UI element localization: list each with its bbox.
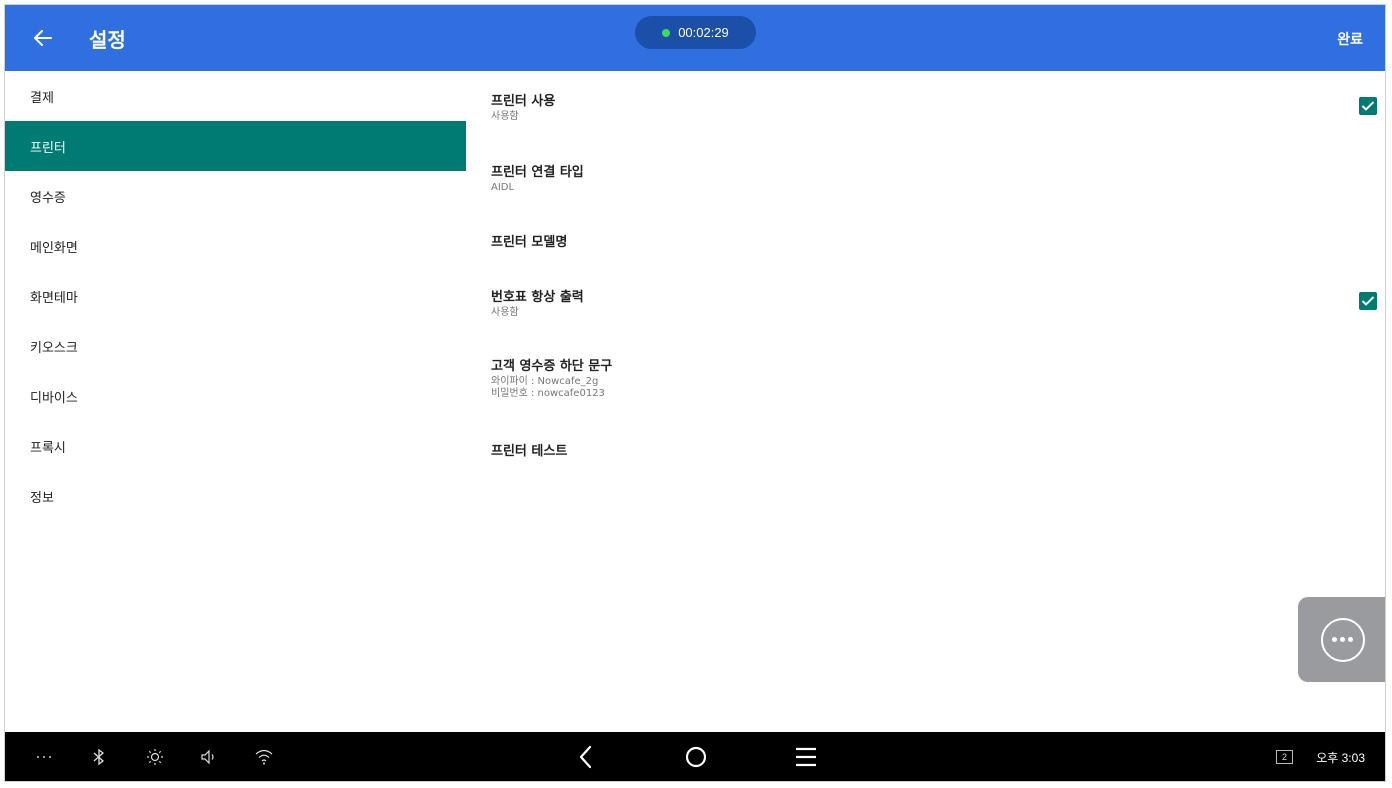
app-window: 설정 00:02:29 완료 결제 프린터 영수증 메인화면 화면테마 키오스크… [4,4,1386,782]
pref-connection-type[interactable]: 프린터 연결 타입 AIDL [491,164,1371,194]
sidebar-item-proxy[interactable]: 프록시 [5,421,466,471]
pref-title: 프린터 테스트 [491,444,568,459]
pref-always-print-number[interactable]: 번호표 항상 출력 사용함 [491,289,1371,319]
pref-title: 프린터 사용 [491,94,556,109]
brightness-icon[interactable] [146,748,164,766]
always-print-number-checkbox[interactable] [1359,292,1377,310]
sidebar-item-printer[interactable]: 프린터 [5,121,466,171]
sidebar-item-kiosk[interactable]: 키오스크 [5,321,466,371]
nav-menu-icon[interactable] [794,746,818,768]
pref-summary-line1: 와이파이 : Nowcafe_2g [491,376,599,387]
app-bar: 설정 00:02:29 완료 [5,5,1385,71]
pref-summary: 사용함 [491,307,519,318]
pref-title: 프린터 연결 타입 [491,165,584,180]
bluetooth-icon[interactable] [91,748,107,766]
printer-settings-panel: 프린터 사용 사용함 프린터 연결 타입 AIDL 프린터 모델명 번호표 항상… [466,71,1385,732]
sidebar-item-info[interactable]: 정보 [5,471,466,521]
sidebar-item-payment[interactable]: 결제 [5,71,466,121]
pref-summary: AIDL [491,182,515,193]
recording-timer[interactable]: 00:02:29 [635,16,756,49]
check-icon [1361,296,1375,306]
nav-back-icon[interactable] [576,744,596,770]
volume-icon[interactable] [200,748,218,766]
pref-printer-test[interactable]: 프린터 테스트 [491,443,1371,461]
page-title: 설정 [89,28,126,52]
system-navigation-bar: 2 오후 3:03 [5,732,1385,781]
floating-menu-button[interactable] [1298,597,1385,682]
pref-title: 고객 영수증 하단 문구 [491,359,613,374]
pref-receipt-footer[interactable]: 고객 영수증 하단 문구 와이파이 : Nowcafe_2g 비밀번호 : no… [491,358,1371,400]
back-arrow-icon[interactable] [27,22,59,54]
recording-dot-icon [662,28,671,37]
sidebar-item-main-screen[interactable]: 메인화면 [5,221,466,271]
pref-summary-line2: 비밀번호 : nowcafe0123 [491,388,605,399]
timer-text: 00:02:29 [678,25,729,40]
sidebar-item-receipt[interactable]: 영수증 [5,171,466,221]
sidebar-item-screen-theme[interactable]: 화면테마 [5,271,466,321]
pref-summary: 사용함 [491,111,519,122]
done-button[interactable]: 완료 [1337,29,1363,49]
pref-title: 프린터 모델명 [491,235,568,250]
sidebar-item-device[interactable]: 디바이스 [5,371,466,421]
pref-model-name[interactable]: 프린터 모델명 [491,234,1371,252]
screen-count-badge: 2 [1276,750,1293,764]
wifi-icon[interactable] [254,748,274,766]
more-dots-icon [1320,617,1365,662]
clock: 오후 3:03 [1316,751,1365,765]
use-printer-checkbox[interactable] [1359,97,1377,115]
pref-use-printer[interactable]: 프린터 사용 사용함 [491,93,1371,123]
nav-home-icon[interactable] [684,745,708,769]
check-icon [1361,101,1375,111]
pref-title: 번호표 항상 출력 [491,290,584,305]
more-horizontal-icon[interactable] [35,748,53,766]
settings-sidebar: 결제 프린터 영수증 메인화면 화면테마 키오스크 디바이스 프록시 정보 [5,71,466,732]
